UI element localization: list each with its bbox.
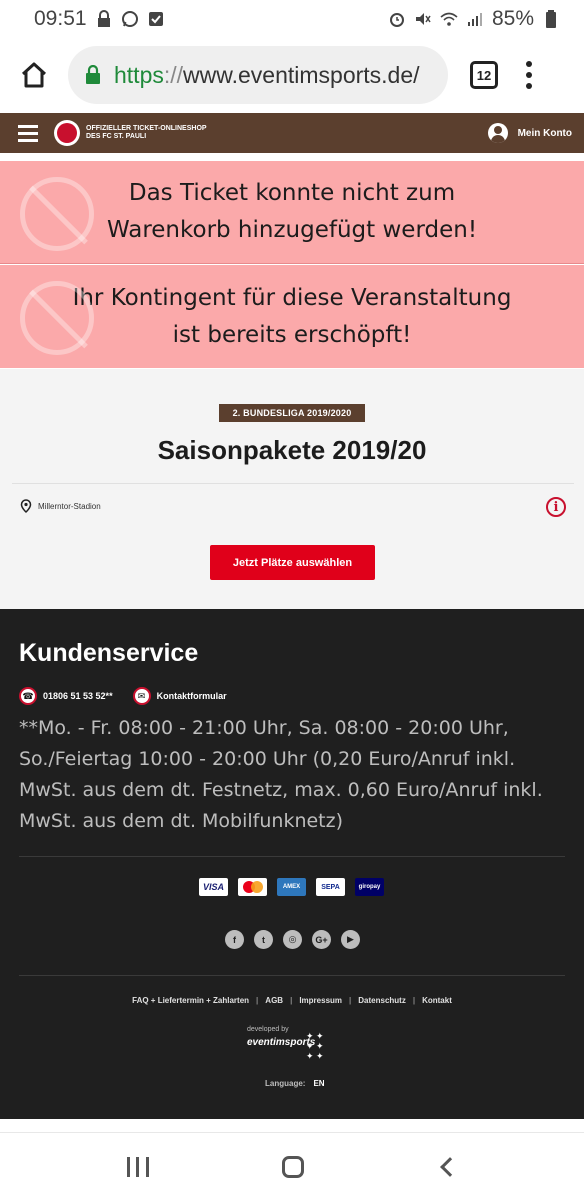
kontakt-link[interactable]: Kontakt (422, 996, 452, 1005)
address-bar[interactable]: https://www.eventimsports.de/ (68, 46, 448, 104)
url-host: www.eventimsports.de/ (183, 61, 420, 88)
battery-icon (546, 10, 556, 28)
prohibited-icon (20, 177, 94, 251)
system-nav-bar (0, 1132, 584, 1200)
shop-tagline: Offizieller Ticket-Onlineshop des FC St.… (86, 125, 207, 140)
faq-link[interactable]: FAQ + Liefertermin + Zahlarten (132, 996, 249, 1005)
home-icon (21, 62, 47, 88)
youtube-icon[interactable]: ▶ (341, 930, 360, 949)
signal-icon (467, 13, 482, 26)
location-pin-icon (20, 499, 32, 513)
error-alert: Ihr Kontingent für diese Veranstaltung i… (0, 265, 584, 368)
divider (19, 975, 565, 976)
visa-logo: VISA (199, 878, 228, 896)
sparkle-icon: ✦ ✦ ✦ ✦ ✦ ✦ (306, 1031, 324, 1061)
alert-message: Das Ticket konnte nicht zum Warenkorb hi… (106, 180, 478, 243)
divider (12, 483, 574, 484)
url-scheme: https (114, 61, 164, 88)
battery-percent: 85% (491, 7, 534, 30)
secure-lock-icon (86, 65, 100, 84)
language-selector[interactable]: Language: EN (265, 1079, 325, 1088)
fc-st-pauli-logo[interactable] (54, 120, 80, 146)
contact-row: ☎ 01806 51 53 52** ✉ Kontaktformular (19, 687, 227, 705)
language-value[interactable]: EN (313, 1079, 324, 1088)
impressum-link[interactable]: Impressum (299, 996, 342, 1005)
select-seats-button[interactable]: Jetzt Plätze auswählen (210, 545, 375, 580)
browser-menu-button[interactable] (524, 61, 534, 89)
agb-link[interactable]: AGB (265, 996, 283, 1005)
sepa-logo: SEPA (316, 878, 345, 896)
checkbox-notification-icon (148, 12, 163, 26)
home-button[interactable] (14, 55, 54, 95)
browser-toolbar: https://www.eventimsports.de/ 12 (0, 38, 584, 112)
phone-icon: ☎ (19, 687, 37, 705)
datenschutz-link[interactable]: Datenschutz (358, 996, 406, 1005)
clock: 09:51 (34, 7, 87, 30)
status-bar: 09:51 85% (0, 0, 584, 38)
error-alert: Das Ticket konnte nicht zum Warenkorb hi… (0, 161, 584, 264)
developed-by-label: developed by (247, 1026, 289, 1033)
recent-apps-icon[interactable] (126, 1156, 149, 1177)
my-account-link[interactable]: Mein Konto (487, 123, 572, 143)
giropay-logo: giropay (355, 878, 384, 896)
service-hours: **Mo. - Fr. 08:00 - 21:00 Uhr, Sa. 08:00… (19, 717, 543, 832)
league-badge: 2. BUNDESLIGA 2019/2020 (219, 404, 365, 422)
customer-service-title: Kundenservice (19, 639, 199, 667)
instagram-icon[interactable]: ◎ (283, 930, 302, 949)
venue-name: Millerntor-Stadion (38, 501, 101, 511)
prohibited-icon (20, 281, 94, 355)
lock-status-icon (97, 10, 110, 27)
back-icon[interactable] (440, 1156, 461, 1177)
alert-message: Ihr Kontingent für diese Veranstaltung i… (72, 284, 512, 348)
mute-icon (415, 13, 431, 25)
event-title: Saisonpakete 2019/20 (157, 435, 427, 465)
mastercard-logo (238, 878, 267, 896)
social-links: f t ◎ G+ ▶ (225, 930, 360, 949)
home-nav-icon[interactable] (281, 1155, 304, 1178)
mail-icon: ✉ (132, 687, 151, 705)
facebook-icon[interactable]: f (225, 930, 244, 949)
user-avatar-icon (487, 123, 508, 143)
twitter-icon[interactable]: t (254, 930, 273, 949)
contact-form-link[interactable]: Kontaktformular (157, 691, 227, 701)
footer-links: FAQ + Liefertermin + Zahlarten | AGB | Imp… (132, 996, 452, 1005)
event-card: 2. BUNDESLIGA 2019/2020 Saisonpakete 201… (0, 369, 584, 609)
account-label: Mein Konto (517, 127, 572, 139)
alarm-icon (389, 13, 404, 27)
url-separator: :// (163, 61, 184, 88)
payment-methods: VISA AMEX SEPA giropay (199, 878, 384, 896)
divider (19, 856, 565, 857)
tab-switcher-button[interactable]: 12 (470, 61, 498, 89)
venue: Millerntor-Stadion (20, 499, 101, 513)
hamburger-menu-icon[interactable] (18, 124, 38, 142)
google-plus-icon[interactable]: G+ (312, 930, 331, 949)
site-header: Offizieller Ticket-Onlineshop des FC St.… (0, 113, 584, 153)
phone-link[interactable]: 01806 51 53 52** (43, 691, 113, 701)
footer: Kundenservice ☎ 01806 51 53 52** ✉ Konta… (0, 609, 584, 1119)
amex-logo: AMEX (277, 878, 306, 896)
wifi-icon (440, 12, 458, 26)
whatsapp-icon (121, 11, 138, 27)
info-icon[interactable]: i (546, 497, 566, 517)
tab-count: 12 (476, 67, 492, 83)
